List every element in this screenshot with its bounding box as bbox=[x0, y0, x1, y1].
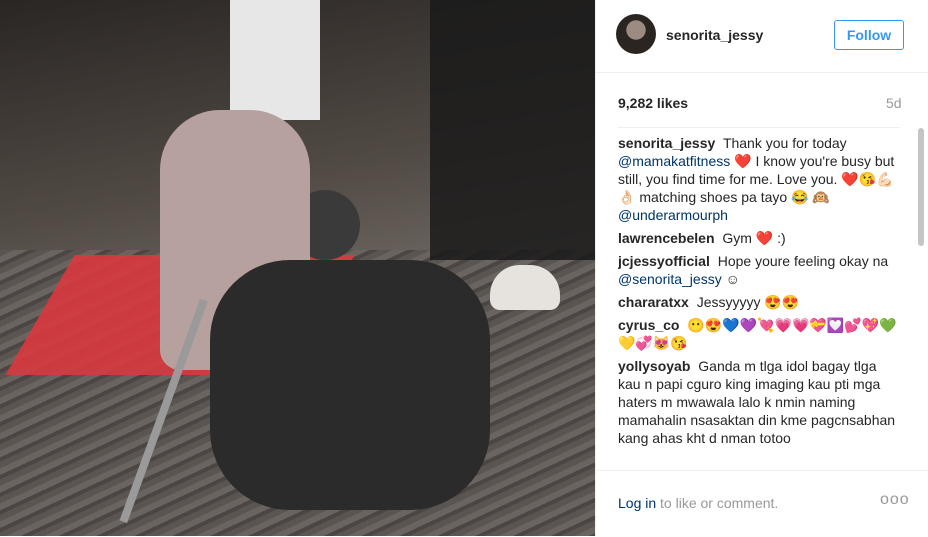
comment-text: Jessyyyyy 😍😍 bbox=[696, 294, 800, 310]
comment-user[interactable]: cyrus_co bbox=[618, 317, 679, 333]
comment-user[interactable]: jcjessyofficial bbox=[618, 253, 710, 269]
comment: cyrus_co 😶😍💙💜💘💗💗💝💟💕💖💚💛💞😻😘 bbox=[618, 316, 900, 352]
comment-text: Thank you for today bbox=[722, 135, 847, 151]
comment-user[interactable]: senorita_jessy bbox=[618, 135, 715, 151]
comment-user[interactable]: yollysoyab bbox=[618, 358, 690, 374]
comment-mention[interactable]: @underarmourph bbox=[618, 207, 728, 223]
comment: chararatxx Jessyyyyy 😍😍 bbox=[618, 293, 900, 311]
comment-mention[interactable]: @senorita_jessy bbox=[618, 271, 722, 287]
avatar[interactable] bbox=[616, 14, 656, 54]
photo-cap bbox=[490, 265, 560, 310]
more-options-icon[interactable]: ooo bbox=[880, 491, 910, 509]
login-link[interactable]: Log in bbox=[618, 495, 656, 511]
post-age[interactable]: 5d bbox=[886, 95, 902, 111]
photo-person-right bbox=[210, 260, 490, 510]
follow-button[interactable]: Follow bbox=[834, 20, 904, 50]
likes-count[interactable]: 9,282 likes bbox=[618, 95, 688, 111]
post-username[interactable]: senorita_jessy bbox=[666, 27, 763, 43]
login-suffix: to like or comment. bbox=[656, 495, 779, 511]
comment: lawrencebelen Gym ❤️ :) bbox=[618, 229, 900, 247]
comments-list: senorita_jessy Thank you for today @mama… bbox=[618, 127, 900, 476]
scrollbar-thumb[interactable] bbox=[918, 128, 924, 246]
comment-text: Hope youre feeling okay na bbox=[717, 253, 889, 269]
login-prompt: Log in to like or comment. bbox=[618, 495, 778, 511]
comment-text: Gym ❤️ :) bbox=[722, 230, 786, 246]
post-footer: Log in to like or comment. ooo bbox=[596, 470, 928, 537]
post-photo[interactable] bbox=[0, 0, 595, 536]
photo-gym-rack bbox=[430, 0, 595, 260]
photo-pillar bbox=[230, 0, 320, 120]
comment-caption: senorita_jessy Thank you for today @mama… bbox=[618, 134, 900, 224]
comment-text-continued: ☺ bbox=[725, 271, 740, 287]
comment: yollysoyab Ganda m tlga idol bagay tlga … bbox=[618, 357, 900, 447]
comment-user[interactable]: chararatxx bbox=[618, 294, 689, 310]
comment-mention[interactable]: @mamakatfitness bbox=[618, 153, 730, 169]
post-side-panel: senorita_jessy Follow 9,282 likes 5d sen… bbox=[595, 0, 928, 536]
comments-scrollbar[interactable] bbox=[918, 128, 924, 468]
comment: jcjessyofficial Hope youre feeling okay … bbox=[618, 252, 900, 288]
post-header: senorita_jessy Follow bbox=[596, 0, 928, 73]
comment-user[interactable]: lawrencebelen bbox=[618, 230, 715, 246]
